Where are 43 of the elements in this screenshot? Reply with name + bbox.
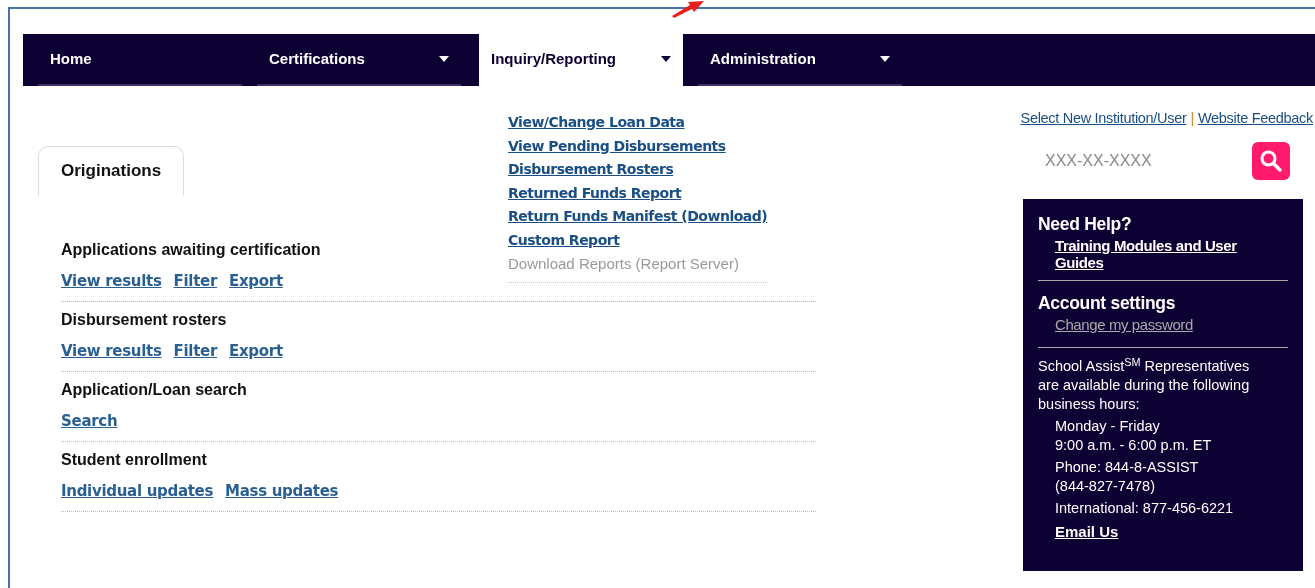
nav-tab[interactable]: Inquiry/Reporting [479,34,683,86]
menu-item[interactable]: View Pending Disbursements [508,134,726,158]
nav-tab[interactable]: Home [38,34,242,86]
nav-tab[interactable]: Administration [698,34,902,86]
section-link[interactable]: View results [61,271,162,290]
section-link[interactable]: View results [61,341,162,360]
email-link[interactable]: Email Us [1055,521,1119,544]
contact-text: International: 877-456-6221 [1055,499,1234,519]
menu-item[interactable]: Custom Report [508,228,620,252]
section-heading: Student enrollment [61,449,207,470]
help-heading: Account settings [1038,292,1177,315]
link-separator: | [1190,110,1194,126]
section-link[interactable]: Export [229,271,283,290]
search-button[interactable] [1252,141,1290,180]
contact-text: Monday - Friday [1055,417,1160,437]
section-link[interactable]: Individual updates [61,481,214,500]
caret-icon [439,56,449,62]
contact-text: (844-827-7478) [1055,477,1155,497]
section-link[interactable]: Export [229,341,283,360]
contact-text: 9:00 a.m. - 6:00 p.m. ET [1055,436,1212,456]
menu-item[interactable]: Disbursement Rosters [508,158,674,182]
menu-item[interactable]: View/Change Loan Data [508,111,685,135]
help-link[interactable]: Training Modules and User Guides [1055,237,1288,271]
nav-tab[interactable]: Certifications [257,34,461,86]
section-link[interactable]: Filter [173,341,218,360]
section-link[interactable]: Mass updates [225,481,339,500]
menu-item[interactable]: Returned Funds Report [508,181,682,205]
section-heading: Disbursement rosters [61,309,227,330]
section-heading: Application/Loan search [61,379,247,400]
menu-item[interactable]: Return Funds Manifest (Download) [508,205,768,229]
annotation-arrow-icon [670,0,706,18]
search-icon [1259,148,1283,173]
section-link[interactable]: Search [61,411,118,430]
hours-text: School Assist$^{SM}$ Representatives are available during the following business hours: [1038,357,1251,415]
header-link[interactable]: Website Feedback [1197,110,1313,126]
content-tab[interactable]: Originations [38,146,185,196]
help-heading: Need Help? [1038,212,1133,236]
header-link[interactable]: Select New Institution/User [1020,110,1187,126]
section-link[interactable]: Filter [173,271,218,290]
section-heading: Applications awaiting certification [61,239,321,260]
caret-icon [880,56,890,62]
contact-text: Phone: 844-8-ASSIST [1055,458,1199,478]
caret-icon [661,56,671,62]
